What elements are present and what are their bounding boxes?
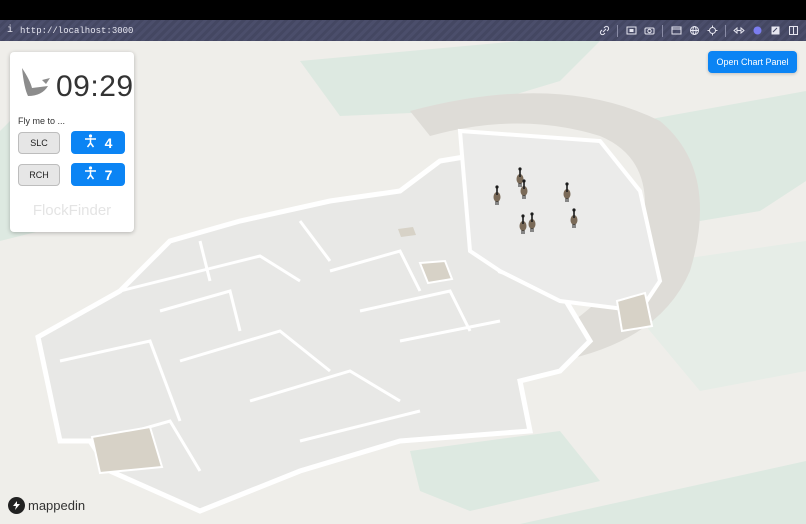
mappedin-logo[interactable]: mappedin	[8, 497, 85, 514]
flock-finder-brand: FlockFinder	[32, 202, 112, 219]
fly-prompt-label: Fly me to ...	[18, 116, 66, 126]
person-icon	[84, 166, 97, 183]
flock-finder-card: 09:29 Fly me to ... SLC 4 RCH 7 FlockFin…	[10, 52, 134, 232]
park-area	[410, 431, 600, 511]
screenshot-icon[interactable]	[624, 24, 638, 38]
destination-rch-button[interactable]: RCH	[18, 164, 60, 186]
toolbar-divider	[725, 24, 726, 37]
notes-icon[interactable]	[768, 24, 782, 38]
bird-logo-icon	[18, 66, 52, 105]
slc-count-value: 4	[104, 134, 113, 151]
resize-icon[interactable]	[732, 24, 746, 38]
color-dot-icon[interactable]	[750, 24, 764, 38]
camera-icon[interactable]	[642, 24, 656, 38]
time-display: 09:29	[56, 70, 134, 103]
globe-icon[interactable]	[687, 24, 701, 38]
rch-count-value: 7	[104, 166, 113, 183]
window-top-bar	[0, 0, 806, 20]
toolbar-divider	[617, 24, 618, 37]
stair-area	[615, 291, 654, 333]
info-icon[interactable]: i	[0, 25, 20, 36]
mappedin-logo-icon	[8, 497, 25, 514]
crosshair-icon[interactable]	[705, 24, 719, 38]
open-chart-panel-button[interactable]: Open Chart Panel	[708, 51, 797, 73]
window-icon[interactable]	[669, 24, 683, 38]
person-icon	[84, 134, 97, 151]
panel-icon[interactable]	[786, 24, 800, 38]
rch-count-button[interactable]: 7	[71, 163, 125, 186]
link-icon[interactable]	[597, 24, 611, 38]
destination-slc-button[interactable]: SLC	[18, 132, 60, 154]
toolbar-divider	[662, 24, 663, 37]
url-display[interactable]: http://localhost:3000	[20, 26, 597, 36]
mappedin-logo-text: mappedin	[28, 498, 86, 513]
browser-toolbar: i http://localhost:3000	[0, 20, 806, 41]
slc-count-button[interactable]: 4	[71, 131, 125, 154]
